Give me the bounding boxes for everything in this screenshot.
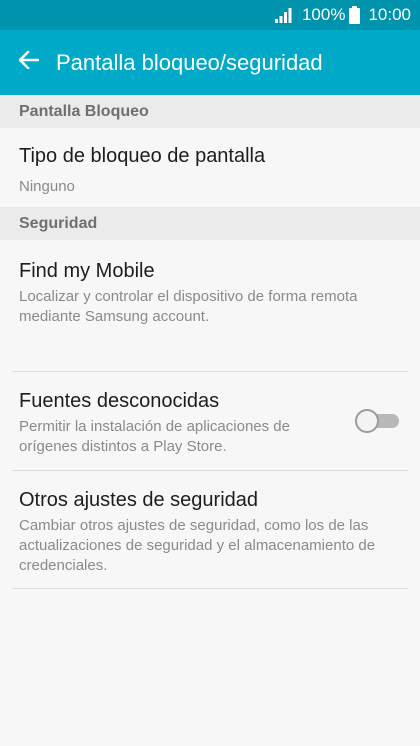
other-security-settings-item[interactable]: Otros ajustes de seguridad Cambiar otros…: [0, 471, 420, 589]
item-summary: Permitir la instalación de aplicaciones …: [19, 418, 290, 455]
item-title: Find my Mobile: [19, 260, 155, 282]
find-my-mobile-item[interactable]: Find my Mobile Localizar y controlar el …: [0, 240, 420, 372]
item-title: Fuentes desconocidas: [19, 390, 220, 412]
battery-percentage: 100%: [301, 5, 346, 24]
screen-lock-type-item[interactable]: Tipo de bloqueo de pantalla Ninguno: [0, 128, 420, 207]
item-summary: Cambiar otros ajustes de seguridad, como…: [19, 517, 376, 574]
section-header-lock-screen: Pantalla Bloqueo: [0, 95, 420, 128]
back-button[interactable]: [0, 30, 56, 95]
arrow-left-icon: [18, 50, 40, 74]
item-title: Tipo de bloqueo de pantalla: [19, 145, 266, 167]
clock: 10:00: [368, 5, 411, 24]
item-summary: Ninguno: [19, 178, 75, 195]
battery-icon: [349, 6, 361, 24]
status-bar: 100% 10:00: [0, 0, 420, 30]
unknown-sources-toggle[interactable]: [355, 409, 399, 433]
toggle-knob: [355, 409, 379, 433]
app-bar: Pantalla bloqueo/seguridad: [0, 30, 420, 95]
divider: [12, 588, 408, 589]
page-title: Pantalla bloqueo/seguridad: [56, 49, 323, 75]
item-summary: Localizar y controlar el dispositivo de …: [19, 288, 358, 325]
item-title: Otros ajustes de seguridad: [19, 489, 259, 511]
section-header-security: Seguridad: [0, 207, 420, 240]
signal-bars-icon: [274, 7, 292, 23]
settings-list: Pantalla Bloqueo Tipo de bloqueo de pant…: [0, 95, 420, 589]
unknown-sources-item[interactable]: Fuentes desconocidas Permitir la instala…: [0, 372, 420, 471]
